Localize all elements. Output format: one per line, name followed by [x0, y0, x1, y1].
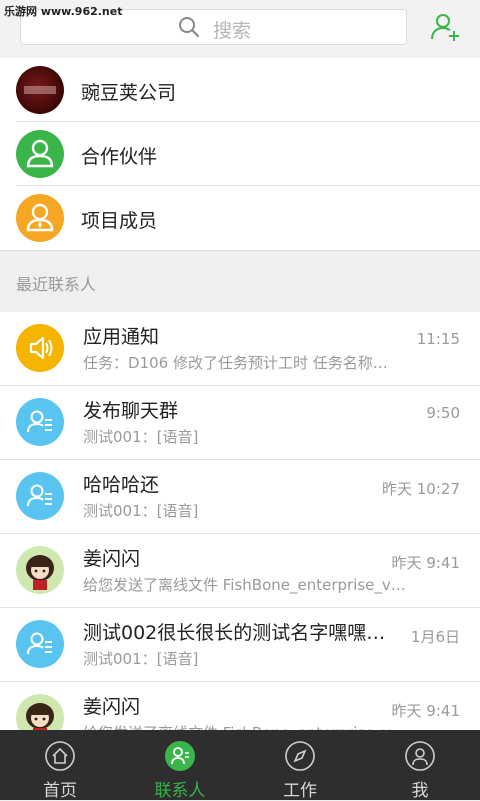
recent-header-label: 最近联系人 [16, 275, 97, 294]
group-list: 豌豆荚公司 合作伙伴 项目成员 [0, 58, 480, 250]
compass-icon [285, 741, 315, 771]
contact-preview: 测试001：[语音] [83, 428, 199, 446]
search-placeholder: 搜索 [213, 20, 252, 42]
contact-name: 姜闪闪 [83, 696, 141, 718]
group-item-members[interactable]: 项目成员 [0, 186, 480, 250]
contacts-icon [165, 741, 195, 771]
cartoon-girl-avatar [16, 546, 64, 594]
list-item[interactable]: 姜闪闪 昨天 9:41 给您发送了离线文件 FishBone_enterpris… [0, 534, 480, 608]
group-name: 合作伙伴 [81, 146, 158, 168]
speaker-icon [16, 324, 64, 372]
tab-label: 联系人 [154, 781, 206, 801]
tab-label: 工作 [283, 781, 317, 801]
recent-contacts-list: 应用通知 11:15 任务：D106 修改了任务预计工时 任务名称… 发布聊天群… [0, 312, 480, 732]
group-name: 项目成员 [81, 210, 158, 232]
list-item[interactable]: 发布聊天群 9:50 测试001：[语音] [0, 386, 480, 460]
cartoon-girl-avatar [16, 694, 64, 732]
person-icon [16, 130, 64, 178]
person-icon [16, 194, 64, 242]
group-chat-icon [16, 398, 64, 446]
contact-name: 应用通知 [83, 326, 160, 348]
search-icon [179, 17, 200, 38]
contact-time: 昨天 9:41 [391, 554, 460, 572]
contact-preview: 任务：D106 修改了任务预计工时 任务名称… [83, 354, 388, 372]
contact-name: 测试002很长很长的测试名字嘿嘿… [83, 622, 386, 644]
tab-label: 首页 [43, 781, 77, 801]
company-avatar [16, 66, 64, 114]
recent-header: 最近联系人 [0, 250, 480, 313]
tab-me[interactable]: 我 [360, 730, 480, 801]
group-name: 豌豆荚公司 [81, 82, 177, 104]
list-item[interactable]: 哈哈哈还 昨天 10:27 测试001：[语音] [0, 460, 480, 534]
me-icon [405, 741, 435, 771]
contact-name: 哈哈哈还 [83, 474, 160, 496]
tab-label: 我 [411, 781, 429, 801]
tab-work[interactable]: 工作 [240, 730, 360, 801]
contact-preview: 给您发送了离线文件 FishBone_enterprise_v… [83, 576, 406, 594]
watermark: 乐游网 www.962.net [4, 5, 123, 18]
add-contact-icon[interactable] [430, 12, 460, 42]
bottom-tab-bar: 首页 联系人 工作 我 [0, 730, 480, 801]
contact-time: 11:15 [416, 330, 460, 348]
contact-time: 9:50 [426, 404, 460, 422]
contact-time: 昨天 10:27 [382, 480, 460, 498]
group-item-company[interactable]: 豌豆荚公司 [0, 58, 480, 122]
group-item-partners[interactable]: 合作伙伴 [0, 122, 480, 186]
home-icon [45, 741, 75, 771]
contact-preview: 测试001：[语音] [83, 650, 199, 668]
list-item[interactable]: 应用通知 11:15 任务：D106 修改了任务预计工时 任务名称… [0, 312, 480, 386]
tab-home[interactable]: 首页 [0, 730, 120, 801]
list-item[interactable]: 测试002很长很长的测试名字嘿嘿… 1月6日 测试001：[语音] [0, 608, 480, 682]
group-chat-icon [16, 472, 64, 520]
contact-name: 姜闪闪 [83, 548, 141, 570]
group-chat-icon [16, 620, 64, 668]
contact-time: 昨天 9:41 [391, 702, 460, 720]
list-item[interactable]: 姜闪闪 昨天 9:41 给您发送了离线文件 FishBone_enterpris… [0, 682, 480, 732]
contact-time: 1月6日 [410, 628, 460, 646]
contact-name: 发布聊天群 [83, 400, 179, 422]
tab-contacts[interactable]: 联系人 [120, 730, 240, 801]
contact-preview: 测试001：[语音] [83, 502, 199, 520]
